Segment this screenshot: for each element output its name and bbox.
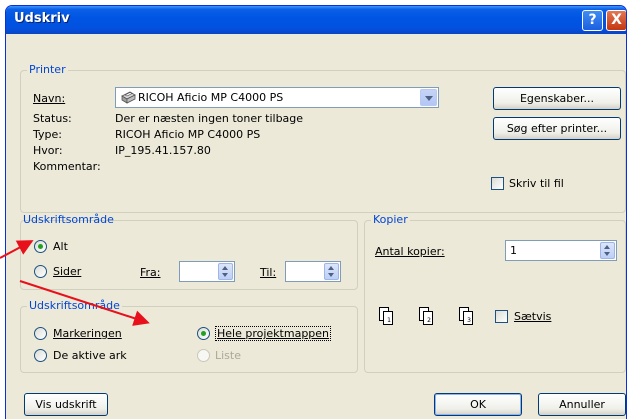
printer-name-value: RICOH Aficio MP C4000 PS [138, 91, 284, 104]
selection-label[interactable]: Markeringen [53, 327, 122, 340]
collate-label[interactable]: Sætvis [514, 310, 551, 323]
ok-button[interactable]: OK [434, 393, 522, 416]
copies-group: Kopier Antal kopier: 1 1 2 3 Sætvis [364, 214, 626, 373]
spinner-arrows-icon[interactable] [218, 263, 233, 280]
copies-legend: Kopier [371, 213, 410, 226]
spinner-arrows-icon[interactable] [324, 263, 339, 280]
list-radio [197, 349, 210, 362]
status-label: Status: [33, 112, 72, 125]
printer-icon [119, 91, 137, 108]
title-bar: Udskriv ? X [6, 6, 626, 34]
help-button[interactable]: ? [582, 10, 603, 31]
printer-group: Printer Navn: RICOH Aficio MP C4000 PS S… [20, 64, 626, 213]
printer-name-select[interactable]: RICOH Aficio MP C4000 PS [115, 87, 439, 108]
to-label: Til: [260, 266, 277, 279]
print-range-group: Udskriftsområde Alt Sider Fra: Til: [20, 214, 358, 290]
collate-checkbox[interactable] [495, 310, 508, 323]
window-title: Udskriv [14, 11, 70, 26]
selection-radio[interactable] [34, 327, 47, 340]
print-what-group: Udskriftsområde Markeringen De aktive ar… [20, 300, 358, 373]
printer-legend: Printer [27, 63, 68, 76]
where-value: IP_195.41.157.80 [115, 144, 211, 157]
list-label: Liste [215, 349, 241, 362]
copies-number-label: Antal kopier: [375, 245, 445, 258]
active-sheets-label[interactable]: De aktive ark [53, 349, 127, 362]
to-spinner[interactable] [285, 261, 341, 282]
type-label: Type: [33, 128, 62, 141]
range-all-label[interactable]: Alt [53, 240, 68, 253]
comment-label: Kommentar: [33, 160, 101, 173]
range-pages-label[interactable]: Sider [53, 265, 81, 278]
printer-name-label: Navn: [33, 92, 66, 105]
range-pages-radio[interactable] [34, 265, 47, 278]
print-preview-button[interactable]: Vis udskrift [24, 393, 108, 416]
close-button[interactable]: X [606, 10, 626, 31]
copies-number-spinner[interactable]: 1 [505, 240, 617, 261]
print-to-file-checkbox[interactable] [491, 177, 504, 190]
page-number: 3 [467, 317, 471, 324]
chevron-down-icon[interactable] [420, 89, 437, 106]
copies-number-value: 1 [510, 244, 517, 257]
active-sheets-radio[interactable] [34, 349, 47, 362]
status-value: Der er næsten ingen toner tilbage [115, 112, 304, 125]
entire-workbook-label[interactable]: Hele projektmappen [215, 326, 332, 341]
where-label: Hvor: [33, 144, 63, 157]
page-number: 1 [387, 317, 391, 324]
print-to-file-label[interactable]: Skriv til fil [509, 177, 564, 190]
print-range-legend: Udskriftsområde [23, 213, 114, 226]
print-what-legend: Udskriftsområde [27, 299, 122, 312]
properties-button[interactable]: Egenskaber... [493, 87, 621, 110]
page-number: 2 [427, 317, 431, 324]
from-label: Fra: [140, 266, 161, 279]
find-printer-button[interactable]: Søg efter printer... [493, 117, 621, 140]
type-value: RICOH Aficio MP C4000 PS [115, 128, 261, 141]
print-dialog: Udskriv ? X Printer Navn: RICOH Aficio M… [5, 5, 627, 419]
range-all-radio[interactable] [34, 240, 47, 253]
entire-workbook-radio[interactable] [197, 327, 210, 340]
from-spinner[interactable] [179, 261, 235, 282]
cancel-button[interactable]: Annuller [538, 393, 626, 416]
spinner-arrows-icon[interactable] [600, 242, 615, 259]
